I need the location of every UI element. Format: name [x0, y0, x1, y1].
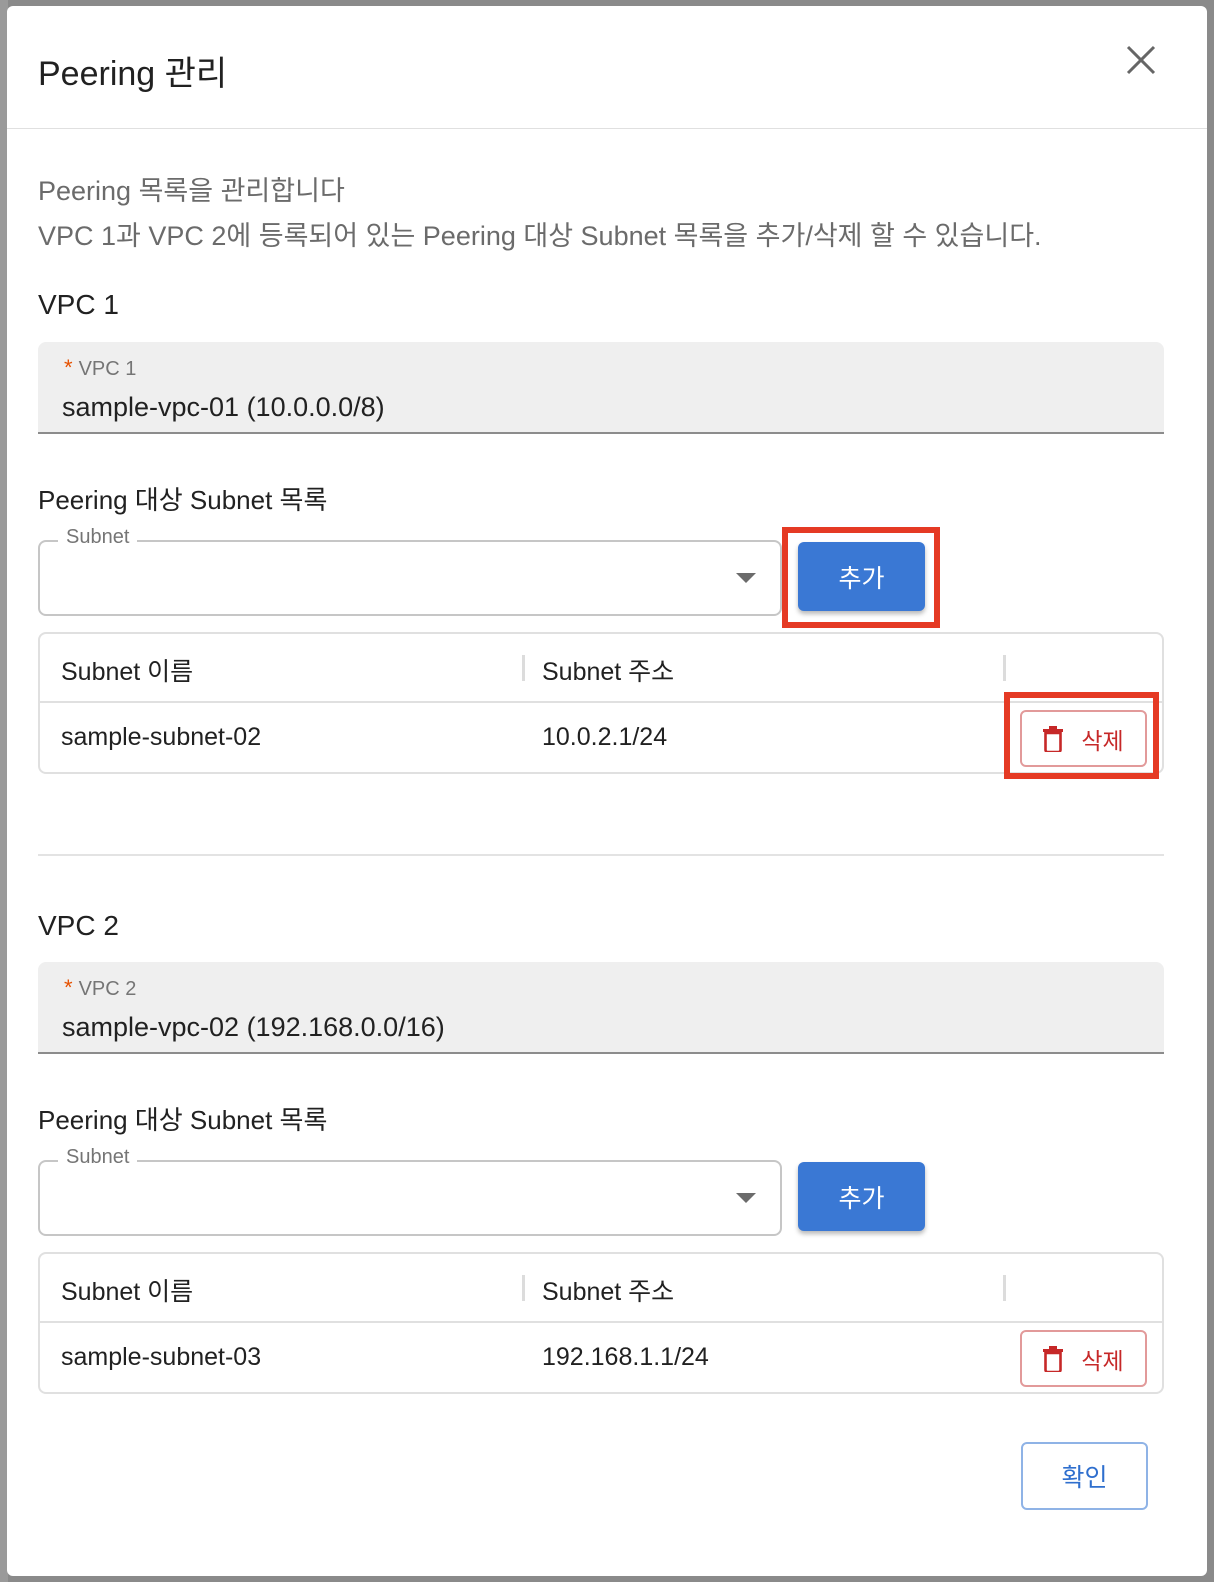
vpc1-add-button[interactable]: 추가 — [798, 542, 925, 611]
vpc1-field: * VPC 1 sample-vpc-01 (10.0.0.0/8) — [38, 342, 1164, 434]
caret-down-icon — [736, 1193, 756, 1203]
vpc1-field-label: VPC 1 — [78, 358, 137, 380]
section-divider — [38, 854, 1164, 856]
dialog-description-line2: VPC 1과 VPC 2에 등록되어 있는 Peering 대상 Subnet … — [38, 221, 1042, 251]
column-separator — [1003, 655, 1006, 681]
delete-label: 삭제 — [1081, 1347, 1124, 1374]
vpc1-field-value: sample-vpc-01 (10.0.0.0/8) — [62, 392, 385, 422]
subnet-address-cell: 10.0.2.1/24 — [542, 723, 668, 751]
vpc2-field: * VPC 2 sample-vpc-02 (192.168.0.0/16) — [38, 962, 1164, 1054]
column-header-subnet-address: Subnet 주소 — [542, 1278, 675, 1306]
confirm-button[interactable]: 확인 — [1021, 1442, 1148, 1510]
vpc2-add-button[interactable]: 추가 — [798, 1162, 925, 1231]
column-header-subnet-name: Subnet 이름 — [61, 658, 194, 686]
vpc2-field-label-wrap: * VPC 2 — [64, 975, 136, 1001]
delete-button[interactable]: 삭제 — [1020, 710, 1147, 767]
column-header-subnet-name: Subnet 이름 — [61, 1278, 194, 1306]
table-row: sample-subnet-03 192.168.1.1/24 삭제 — [40, 1323, 1162, 1392]
vpc2-field-label: VPC 2 — [78, 978, 137, 1000]
subnet-name-cell: sample-subnet-03 — [61, 1343, 262, 1371]
column-separator — [522, 1275, 525, 1301]
close-icon — [1126, 45, 1156, 75]
column-separator — [522, 655, 525, 681]
vpc1-subnet-select-label: Subnet — [58, 526, 138, 549]
table-header: Subnet 이름 Subnet 주소 — [40, 1254, 1162, 1323]
vpc1-subnet-select[interactable]: Subnet — [38, 526, 782, 616]
caret-down-icon — [736, 573, 756, 583]
table-row: sample-subnet-02 10.0.2.1/24 삭제 — [40, 703, 1162, 772]
vpc2-subnet-table: Subnet 이름 Subnet 주소 sample-subnet-03 192… — [38, 1252, 1164, 1394]
dialog-title: Peering 관리 — [38, 55, 228, 93]
dialog-header: Peering 관리 — [7, 6, 1207, 129]
column-header-subnet-address: Subnet 주소 — [542, 658, 675, 686]
vpc2-field-value: sample-vpc-02 (192.168.0.0/16) — [62, 1012, 445, 1042]
trash-icon — [1043, 725, 1064, 752]
vpc2-subnet-list-title: Peering 대상 Subnet 목록 — [38, 1105, 328, 1135]
vpc1-subnet-list-title: Peering 대상 Subnet 목록 — [38, 485, 328, 515]
table-header: Subnet 이름 Subnet 주소 — [40, 634, 1162, 703]
column-separator — [1003, 1275, 1006, 1301]
required-mark: * — [64, 975, 73, 1000]
vpc2-section-title: VPC 2 — [38, 910, 119, 941]
dialog-description-line1: Peering 목록을 관리합니다 — [38, 176, 345, 206]
vpc1-section-title: VPC 1 — [38, 289, 119, 320]
delete-button[interactable]: 삭제 — [1020, 1330, 1147, 1387]
vpc2-subnet-select-label: Subnet — [58, 1146, 138, 1169]
subnet-address-cell: 192.168.1.1/24 — [542, 1343, 709, 1371]
close-button[interactable] — [1117, 36, 1165, 84]
subnet-name-cell: sample-subnet-02 — [61, 723, 262, 751]
peering-dialog: Peering 관리 Peering 목록을 관리합니다 VPC 1과 VPC … — [7, 6, 1207, 1576]
delete-label: 삭제 — [1081, 727, 1124, 754]
vpc2-subnet-select[interactable]: Subnet — [38, 1146, 782, 1236]
vpc1-field-label-wrap: * VPC 1 — [64, 355, 136, 381]
trash-icon — [1043, 1345, 1064, 1372]
vpc1-subnet-table: Subnet 이름 Subnet 주소 sample-subnet-02 10.… — [38, 632, 1164, 774]
required-mark: * — [64, 355, 73, 380]
